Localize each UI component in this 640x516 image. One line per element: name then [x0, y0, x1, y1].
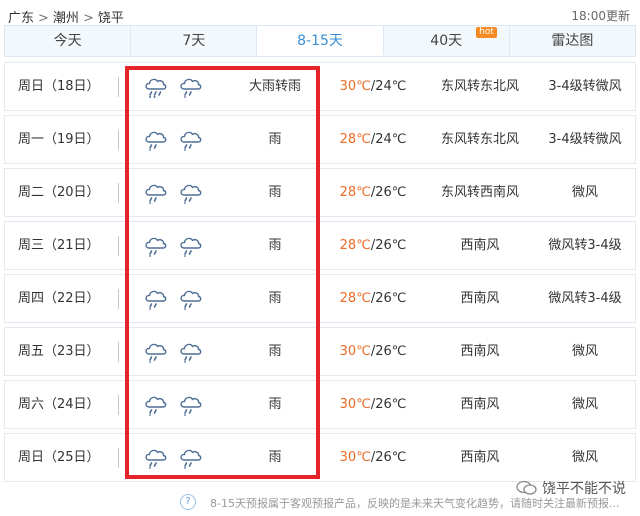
wind-level: 3-4级转微风: [548, 79, 622, 94]
low-temp: /26℃: [370, 238, 407, 253]
high-temp: 30℃: [339, 397, 371, 412]
column-divider: [118, 448, 119, 468]
tab-8-15-days[interactable]: 8-15天: [257, 26, 384, 56]
tab-radar[interactable]: 雷达图: [510, 26, 635, 56]
forecast-date: 周一（19日）: [18, 132, 100, 147]
wind-level: 微风转3-4级: [548, 238, 622, 253]
forecast-date: 周三（21日）: [18, 238, 100, 253]
breadcrumb-separator: >: [38, 11, 49, 26]
low-temp: /26℃: [370, 397, 407, 412]
wind-direction: 东风转西南风: [440, 185, 519, 200]
column-divider: [118, 395, 119, 415]
low-temp: /26℃: [370, 185, 407, 200]
wind-level: 微风: [571, 185, 598, 200]
high-temp: 30℃: [339, 450, 371, 465]
forecast-date: 周二（20日）: [18, 185, 100, 200]
update-time: 18:00更新: [571, 9, 630, 23]
temperature: 28℃/26℃: [323, 169, 423, 216]
column-divider: [118, 236, 119, 256]
footer-note: 8-15天预报属于客观预报产品，反映的是未来天气变化趋势，请随时关注最新预报..…: [210, 497, 620, 510]
forecast-date: 周日（18日）: [18, 79, 100, 94]
forecast-date: 周六（24日）: [18, 397, 100, 412]
forecast-row: 周一（19日） 雨 28℃/24℃ 东风转东北风 3-4级转微风: [4, 115, 636, 164]
column-divider: [118, 289, 119, 309]
low-temp: /24℃: [370, 79, 407, 94]
forecast-row: 周二（20日） 雨 28℃/26℃ 东风转西南风 微风: [4, 168, 636, 217]
high-temp: 28℃: [339, 185, 371, 200]
wind-direction: 西南风: [460, 238, 500, 253]
temperature: 30℃/24℃: [323, 63, 423, 110]
wind-level: 微风: [571, 450, 598, 465]
forecast-row: 周三（21日） 雨 28℃/26℃ 西南风 微风转3-4级: [4, 221, 636, 270]
high-temp: 28℃: [339, 238, 371, 253]
column-divider: [118, 183, 119, 203]
forecast-list: 周日（18日） 大雨转雨 30℃/24℃ 东风转东北风 3-4级转微风 周一（1…: [4, 62, 636, 486]
high-temp: 30℃: [339, 79, 371, 94]
high-temp: 28℃: [339, 291, 371, 306]
tab-today[interactable]: 今天: [5, 26, 132, 56]
forecast-row: 周五（23日） 雨 30℃/26℃ 西南风 微风: [4, 327, 636, 376]
wind-direction: 东风转东北风: [440, 132, 519, 147]
forecast-date: 周四（22日）: [18, 291, 100, 306]
wind-direction: 东风转东北风: [440, 79, 519, 94]
tab-40-days-label: 40天: [430, 33, 463, 49]
high-temp: 30℃: [339, 344, 371, 359]
temperature: 30℃/26℃: [323, 328, 423, 375]
forecast-date: 周五（23日）: [18, 344, 100, 359]
low-temp: /24℃: [370, 132, 407, 147]
wind-direction: 西南风: [460, 344, 500, 359]
low-temp: /26℃: [370, 344, 407, 359]
breadcrumb-city[interactable]: 潮州: [53, 11, 79, 26]
hot-badge: hot: [476, 27, 497, 38]
wind-direction: 西南风: [460, 291, 500, 306]
tab-7-days[interactable]: 7天: [131, 26, 258, 56]
help-icon[interactable]: ?: [180, 494, 196, 510]
column-divider: [118, 342, 119, 362]
temperature: 30℃/26℃: [323, 434, 423, 481]
forecast-row: 周日（25日） 雨 30℃/26℃ 西南风 微风: [4, 433, 636, 482]
temperature: 28℃/24℃: [323, 116, 423, 163]
column-divider: [118, 77, 119, 97]
breadcrumb: 广东 > 潮州 > 饶平: [8, 7, 124, 26]
temperature: 28℃/26℃: [323, 222, 423, 269]
wind-direction: 西南风: [460, 450, 500, 465]
wind-level: 微风: [571, 397, 598, 412]
column-divider: [118, 130, 119, 150]
highlight-box: [125, 66, 320, 479]
temperature: 30℃/26℃: [323, 381, 423, 428]
forecast-date: 周日（25日）: [18, 450, 100, 465]
wind-direction: 西南风: [460, 397, 500, 412]
tab-40-days[interactable]: 40天 hot: [384, 26, 510, 56]
wind-level: 微风: [571, 344, 598, 359]
forecast-row: 周日（18日） 大雨转雨 30℃/24℃ 东风转东北风 3-4级转微风: [4, 62, 636, 111]
low-temp: /26℃: [370, 450, 407, 465]
forecast-row: 周六（24日） 雨 30℃/26℃ 西南风 微风: [4, 380, 636, 429]
high-temp: 28℃: [339, 132, 371, 147]
forecast-tabs: 今天 7天 8-15天 40天 hot 雷达图: [4, 25, 636, 57]
wind-level: 3-4级转微风: [548, 132, 622, 147]
breadcrumb-county: 饶平: [97, 11, 124, 26]
breadcrumb-province[interactable]: 广东: [8, 11, 34, 26]
breadcrumb-separator: >: [82, 11, 94, 26]
forecast-row: 周四（22日） 雨 28℃/26℃ 西南风 微风转3-4级: [4, 274, 636, 323]
wind-level: 微风转3-4级: [548, 291, 622, 306]
temperature: 28℃/26℃: [323, 275, 423, 322]
wechat-icon: [516, 480, 537, 495]
low-temp: /26℃: [370, 291, 407, 306]
